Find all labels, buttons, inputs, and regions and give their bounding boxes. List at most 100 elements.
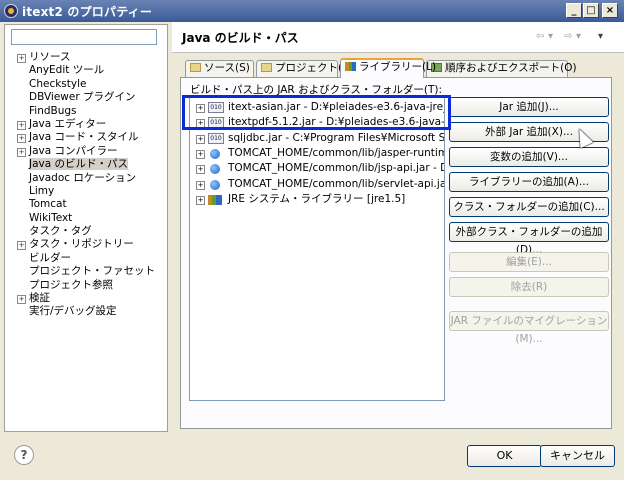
variable-icon (210, 148, 220, 159)
tree-item[interactable]: Java のビルド・パス (15, 158, 155, 171)
tab-source[interactable]: ソース(S) (185, 60, 254, 77)
tree-item[interactable]: + 検証 (15, 292, 155, 305)
project-folder-icon (261, 63, 272, 72)
tree-item-label: Java コンパイラー (29, 144, 118, 157)
ok-button[interactable]: OK (467, 445, 542, 467)
tree-item[interactable]: ビルダー (15, 252, 155, 265)
add-external-class-folder-button[interactable]: 外部クラス・フォルダーの追加(D)... (449, 222, 609, 256)
tree-item-label: プロジェクト参照 (29, 278, 113, 291)
category-tree: + リソース AnyEdit ツール Checkstyle DBViewer プラグイン… (15, 51, 155, 319)
close-button[interactable]: × (602, 3, 618, 18)
tab-label: 順序およびエクスポート(O) (445, 62, 577, 74)
tree-item-label: リソース (29, 51, 71, 63)
tree-item-label: Java コード・スタイル (29, 131, 139, 144)
variable-icon (210, 179, 220, 190)
tree-item-label: Checkstyle (29, 77, 87, 90)
tab-label: ライブラリー(L) (359, 61, 437, 73)
variable-icon (210, 164, 220, 175)
cancel-button[interactable]: キャンセル (540, 445, 615, 467)
expand-icon[interactable]: + (196, 165, 205, 175)
add-variable-button[interactable]: 変数の追加(V)... (449, 147, 609, 167)
expand-icon[interactable]: + (17, 295, 26, 305)
tree-item-label: タスク・リポジトリー (29, 238, 134, 251)
help-icon[interactable]: ? (14, 445, 34, 465)
tab-label: ソース(S) (204, 62, 250, 74)
window-title: itext2 のプロパティー (22, 5, 153, 19)
tab-libraries[interactable]: ライブラリー(L) (340, 58, 436, 78)
minimize-button[interactable]: _ (566, 3, 582, 18)
expand-icon[interactable]: + (17, 134, 26, 144)
tree-item[interactable]: + Java コード・スタイル (15, 131, 155, 144)
tree-item-label: Limy (29, 184, 55, 197)
tree-item-label: 実行/デバッグ設定 (29, 305, 117, 318)
tree-item-label: 検証 (29, 292, 50, 305)
add-library-button[interactable]: ライブラリーの追加(A)... (449, 172, 609, 192)
view-menu-icon[interactable]: ▾ (598, 31, 603, 42)
sash[interactable] (169, 24, 172, 432)
highlight-box (182, 95, 451, 130)
tree-item[interactable]: プロジェクト・ファセット (15, 265, 155, 278)
tree-item-label: Java のビルド・パス (29, 158, 129, 171)
expand-icon[interactable]: + (196, 149, 205, 159)
tab-projects[interactable]: プロジェクト(P) (256, 60, 353, 77)
tree-item[interactable]: プロジェクト参照 (15, 279, 155, 292)
page-header: Java のビルド・パス ⇦ ▾ ⇨ ▾ ▾ (172, 22, 624, 53)
tree-item[interactable]: Limy (15, 185, 155, 198)
tree-item[interactable]: DBViewer プラグイン (15, 91, 155, 104)
tree-item-label: AnyEdit ツール (29, 64, 105, 77)
category-panel: + リソース AnyEdit ツール Checkstyle DBViewer プラグイン… (4, 24, 168, 432)
page-title: Java のビルド・パス (182, 31, 299, 45)
expand-icon[interactable]: + (196, 134, 205, 144)
tree-item-label: Tomcat (29, 198, 67, 211)
forward-menu-icon[interactable]: ▾ (576, 31, 581, 42)
tree-item[interactable]: AnyEdit ツール (15, 64, 155, 77)
forward-arrow-icon[interactable]: ⇨ (564, 31, 572, 42)
back-arrow-icon[interactable]: ⇦ (536, 31, 544, 42)
tab-order-export[interactable]: 順序およびエクスポート(O) (426, 60, 577, 77)
expand-icon[interactable]: + (17, 120, 26, 130)
tree-item[interactable]: FindBugs (15, 105, 155, 118)
expand-icon[interactable]: + (17, 54, 26, 63)
tree-item-label: ビルダー (29, 251, 71, 264)
library-entry-label: JRE システム・ライブラリー [jre1.5] (228, 192, 406, 205)
tree-item[interactable]: タスク・タグ (15, 225, 155, 238)
library-entry-label: sqljdbc.jar - C:¥Program Files¥Microsoft… (228, 131, 445, 144)
tree-item[interactable]: Checkstyle (15, 78, 155, 91)
remove-button[interactable]: 除去(R) (449, 277, 609, 297)
tree-item[interactable]: + Java エディター (15, 118, 155, 131)
expand-icon[interactable]: + (196, 195, 205, 205)
tree-item[interactable]: + Java コンパイラー (15, 145, 155, 158)
filter-input[interactable] (11, 29, 157, 45)
library-entry-label: TOMCAT_HOME/common/lib/jasper-runtime.ja (228, 146, 445, 159)
back-menu-icon[interactable]: ▾ (548, 31, 553, 42)
tree-item-label: WikiText (29, 211, 73, 224)
tree-item[interactable]: Tomcat (15, 198, 155, 211)
tree-item[interactable]: + タスク・リポジトリー (15, 238, 155, 251)
library-icon (208, 194, 222, 205)
maximize-button[interactable]: □ (583, 3, 599, 18)
expand-icon[interactable]: + (196, 180, 205, 190)
add-class-folder-button[interactable]: クラス・フォルダーの追加(C)... (449, 197, 609, 217)
tree-item-label: タスク・タグ (29, 225, 92, 238)
tree-item-label: FindBugs (29, 104, 77, 117)
expand-icon[interactable]: + (17, 241, 26, 251)
tree-item-label: DBViewer プラグイン (29, 91, 136, 104)
tree-item[interactable]: + リソース (15, 51, 155, 64)
tree-item[interactable]: 実行/デバッグ設定 (15, 305, 155, 318)
library-entry-label: TOMCAT_HOME/common/lib/servlet-api.jar - (228, 177, 445, 190)
jar-icon: 010 (208, 132, 224, 144)
add-jar-button[interactable]: Jar 追加(J)... (449, 97, 609, 117)
tree-item-label: Java エディター (29, 117, 107, 130)
tree-item[interactable]: WikiText (15, 212, 155, 225)
tree-item-label: プロジェクト・ファセット (29, 265, 155, 278)
library-list[interactable]: +010 itext-asian.jar - D:¥pleiades-e3.6-j… (189, 96, 445, 401)
expand-icon[interactable]: + (17, 147, 26, 157)
source-folder-icon (190, 63, 201, 72)
title-bar: itext2 のプロパティー _ □ × (0, 0, 624, 22)
edit-button[interactable]: 編集(E)... (449, 252, 609, 272)
tree-item[interactable]: Javadoc ロケーション (15, 172, 155, 185)
tree-item-label: Javadoc ロケーション (29, 171, 137, 184)
library-entry-label: TOMCAT_HOME/common/lib/jsp-api.jar - D:¥… (228, 162, 445, 175)
eclipse-icon (4, 4, 18, 18)
migrate-jar-button[interactable]: JAR ファイルのマイグレーション(M)... (449, 311, 609, 345)
